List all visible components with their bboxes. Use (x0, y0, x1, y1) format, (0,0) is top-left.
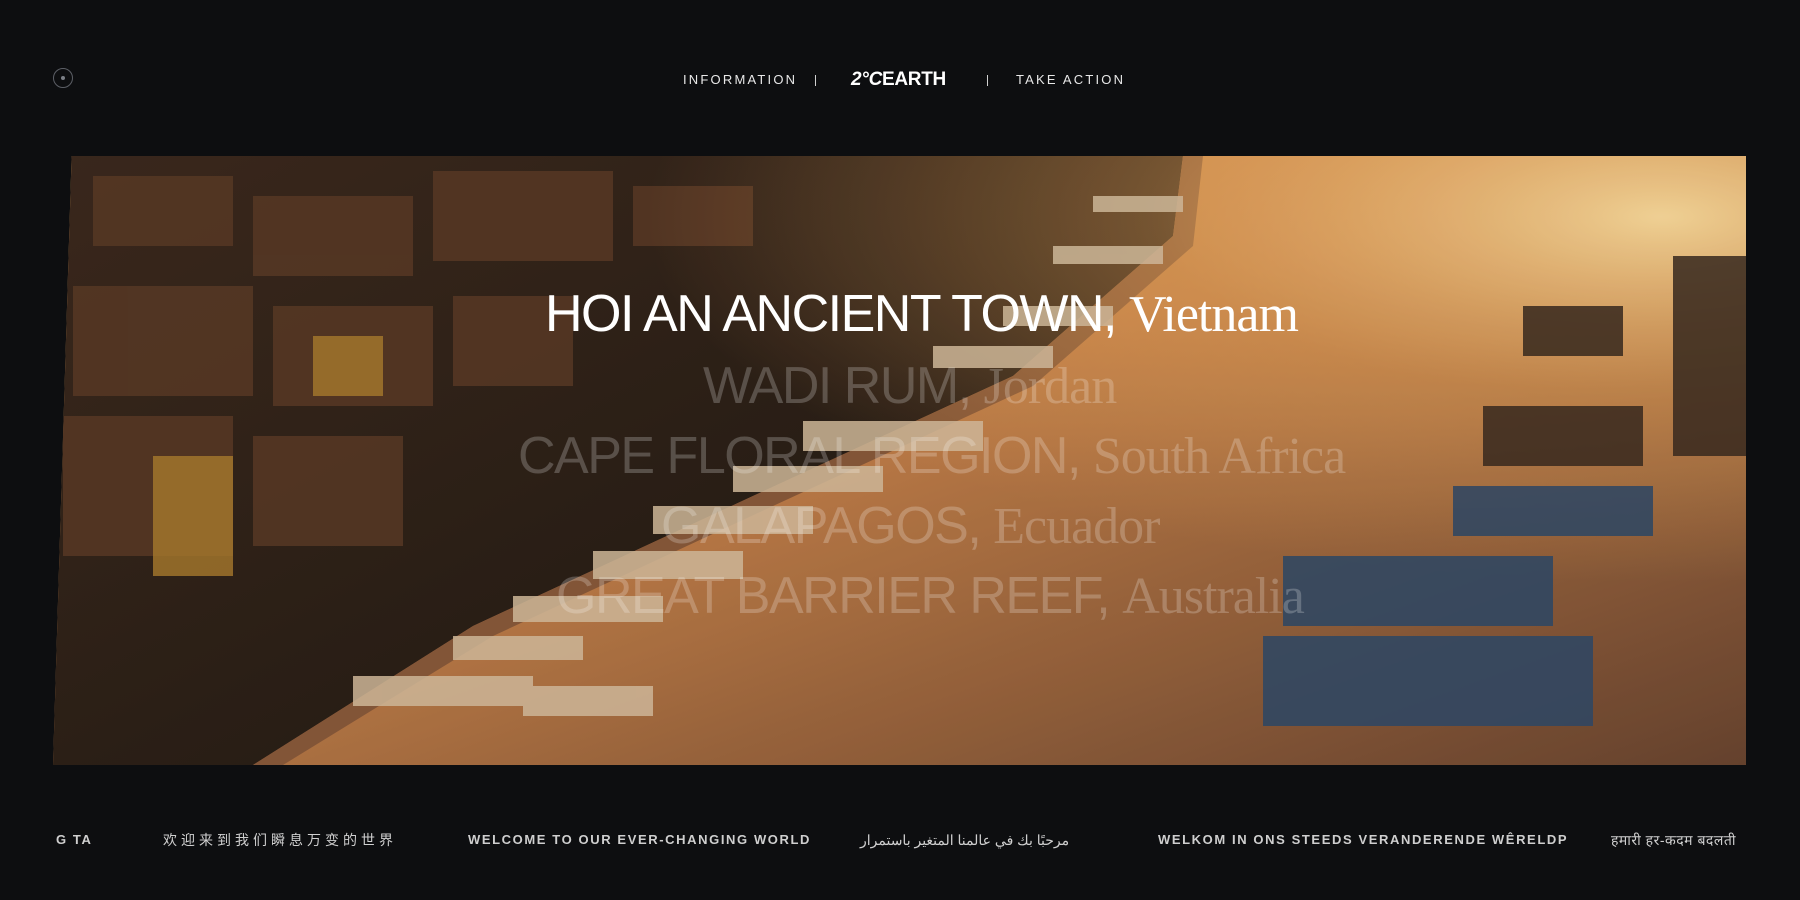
ticker-item: WELKOM IN ONS STEEDS VERANDERENDE WÊRELD… (1158, 832, 1569, 847)
place-name: GREAT BARRIER REEF, (556, 567, 1111, 625)
place-name: HOI AN ANCIENT TOWN, (545, 285, 1118, 343)
ticker-item: مرحبًا بك في عالمنا المتغير باستمرار (860, 832, 1070, 848)
place-country: Jordan (983, 358, 1118, 415)
logo-word: EARTH (882, 69, 946, 90)
welcome-ticker: G TA 欢迎来到我们瞬息万变的世界 WELCOME TO OUR EVER-C… (0, 830, 1800, 850)
place-item-wadi-rum[interactable]: WADI RUM, Jordan (703, 356, 1118, 416)
ticker-item: G TA (56, 832, 93, 847)
nav-divider (987, 75, 988, 86)
place-country: Ecuador (993, 498, 1160, 555)
site-logo[interactable]: 2°CEARTH (851, 69, 946, 91)
nav-information-link[interactable]: INFORMATION (683, 71, 797, 89)
hero-banner: HOI AN ANCIENT TOWN, Vietnam WADI RUM, J… (53, 156, 1746, 765)
place-item-hoi-an[interactable]: HOI AN ANCIENT TOWN, Vietnam (545, 284, 1299, 344)
place-country: Vietnam (1128, 286, 1299, 343)
place-item-great-barrier-reef[interactable]: GREAT BARRIER REEF, Australia (556, 566, 1305, 626)
place-name: GALAPAGOS, (661, 497, 982, 555)
place-list: HOI AN ANCIENT TOWN, Vietnam WADI RUM, J… (53, 156, 1746, 765)
place-name: WADI RUM, (703, 357, 972, 415)
place-item-galapagos[interactable]: GALAPAGOS, Ecuador (661, 496, 1160, 556)
logo-prefix: 2°C (851, 69, 882, 90)
ticker-item: WELCOME TO OUR EVER-CHANGING WORLD (468, 832, 812, 847)
place-name: CAPE FLORAL REGION, (518, 427, 1081, 485)
ticker-item: 欢迎来到我们瞬息万变的世界 (163, 832, 397, 848)
top-nav: INFORMATION 2°CEARTH TAKE ACTION (0, 69, 1800, 91)
place-item-cape-floral[interactable]: CAPE FLORAL REGION, South Africa (518, 426, 1346, 486)
place-country: Australia (1122, 568, 1305, 625)
place-country: South Africa (1092, 428, 1346, 485)
ticker-item: हमारी हर-कदम बदलती (1611, 832, 1736, 848)
nav-take-action-link[interactable]: TAKE ACTION (1016, 71, 1125, 89)
nav-divider (815, 75, 816, 86)
